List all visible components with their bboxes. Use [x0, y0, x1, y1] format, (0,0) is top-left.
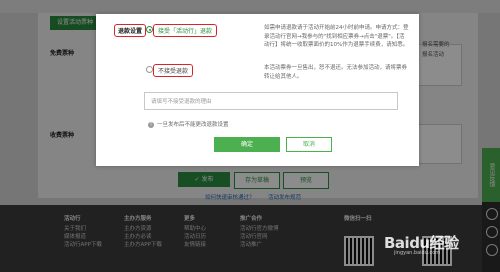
accept-refund-description: 如需申请退款请于活动开始前24小时前申请。申请方式：登录活动行官网→我参与的"找… [264, 25, 409, 48]
refund-reason-input[interactable]: 请填写不接受退款的理由 [144, 92, 398, 110]
radio-accept-refund[interactable] [146, 26, 153, 33]
baidu-watermark-url: jingyan.baidu.com [394, 250, 441, 256]
refund-settings-label: 退款设置 [114, 24, 147, 37]
note-text: 一旦发布后不能更改退款设置 [157, 122, 229, 128]
option-no-refund[interactable]: 不接受退款 [153, 64, 194, 77]
refund-note: ! 一旦发布后不能更改退款设置 [148, 120, 229, 128]
cancel-button[interactable]: 取消 [286, 137, 332, 152]
info-icon: ! [148, 121, 154, 128]
no-refund-description: 本活动票券一旦售出，恕不退还。无法参加活动，请将票券转让给其他人。 [264, 65, 408, 80]
radio-no-refund[interactable] [146, 66, 153, 73]
option-accept-refund[interactable]: 接受「活动行」退款 [153, 24, 218, 37]
refund-settings-dialog: 退款设置 接受「活动行」退款 如需申请退款请于活动开始前24小时前申请。申请方式… [96, 14, 419, 166]
confirm-button[interactable]: 确定 [214, 137, 280, 152]
